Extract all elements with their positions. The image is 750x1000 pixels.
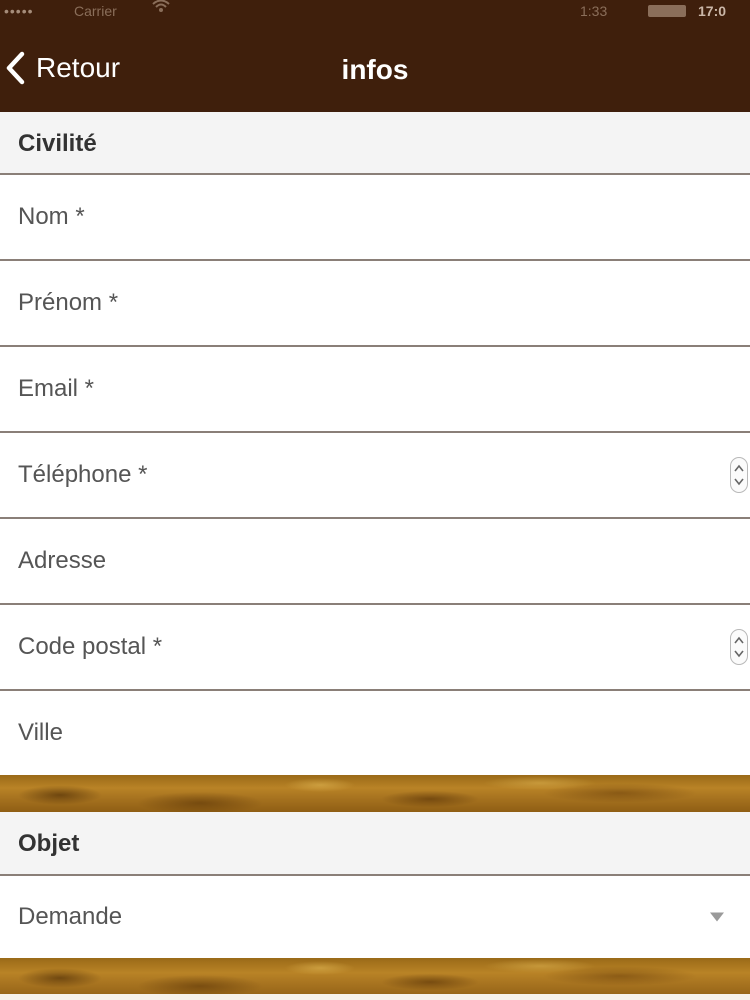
app-screen: ••••• Carrier 1:33 17:0 Retour infos Civ…: [0, 0, 750, 1000]
telephone-field[interactable]: Téléphone *: [0, 433, 750, 519]
email-field[interactable]: Email *: [0, 347, 750, 433]
code-postal-field[interactable]: Code postal *: [0, 605, 750, 691]
battery-icon: [648, 5, 686, 17]
section-header-objet: Objet: [0, 812, 750, 876]
status-bar: ••••• Carrier 1:33 17:0: [0, 0, 750, 22]
dropdown-arrow-icon: [710, 912, 724, 922]
objet-selected-value: Demande: [18, 903, 123, 930]
prenom-placeholder: Prénom *: [18, 289, 119, 316]
signal-strength: •••••: [4, 3, 34, 19]
status-time: 17:0: [698, 3, 727, 19]
navigation-bar: Retour infos: [0, 22, 750, 112]
telephone-placeholder: Téléphone *: [18, 461, 148, 488]
prenom-field[interactable]: Prénom *: [0, 261, 750, 347]
adresse-placeholder: Adresse: [18, 547, 107, 574]
email-placeholder: Email *: [18, 375, 95, 402]
status-clock: 1:33: [580, 3, 608, 19]
carrier-name: Carrier: [74, 3, 117, 19]
wood-texture-divider: [0, 775, 750, 812]
ville-field[interactable]: Ville: [0, 691, 750, 775]
telephone-stepper-icon[interactable]: [730, 457, 748, 493]
page-title: infos: [341, 54, 409, 85]
ville-placeholder: Ville: [18, 719, 63, 746]
section-header-civilite: Civilité: [0, 112, 750, 175]
adresse-field[interactable]: Adresse: [0, 519, 750, 605]
nom-placeholder: Nom *: [18, 203, 85, 230]
wood-texture-footer: [0, 958, 750, 1000]
objet-select[interactable]: Demande: [0, 876, 750, 958]
nom-field[interactable]: Nom *: [0, 175, 750, 261]
wifi-icon: [152, 0, 170, 21]
code-postal-stepper-icon[interactable]: [730, 629, 748, 665]
code-postal-placeholder: Code postal *: [18, 633, 163, 660]
